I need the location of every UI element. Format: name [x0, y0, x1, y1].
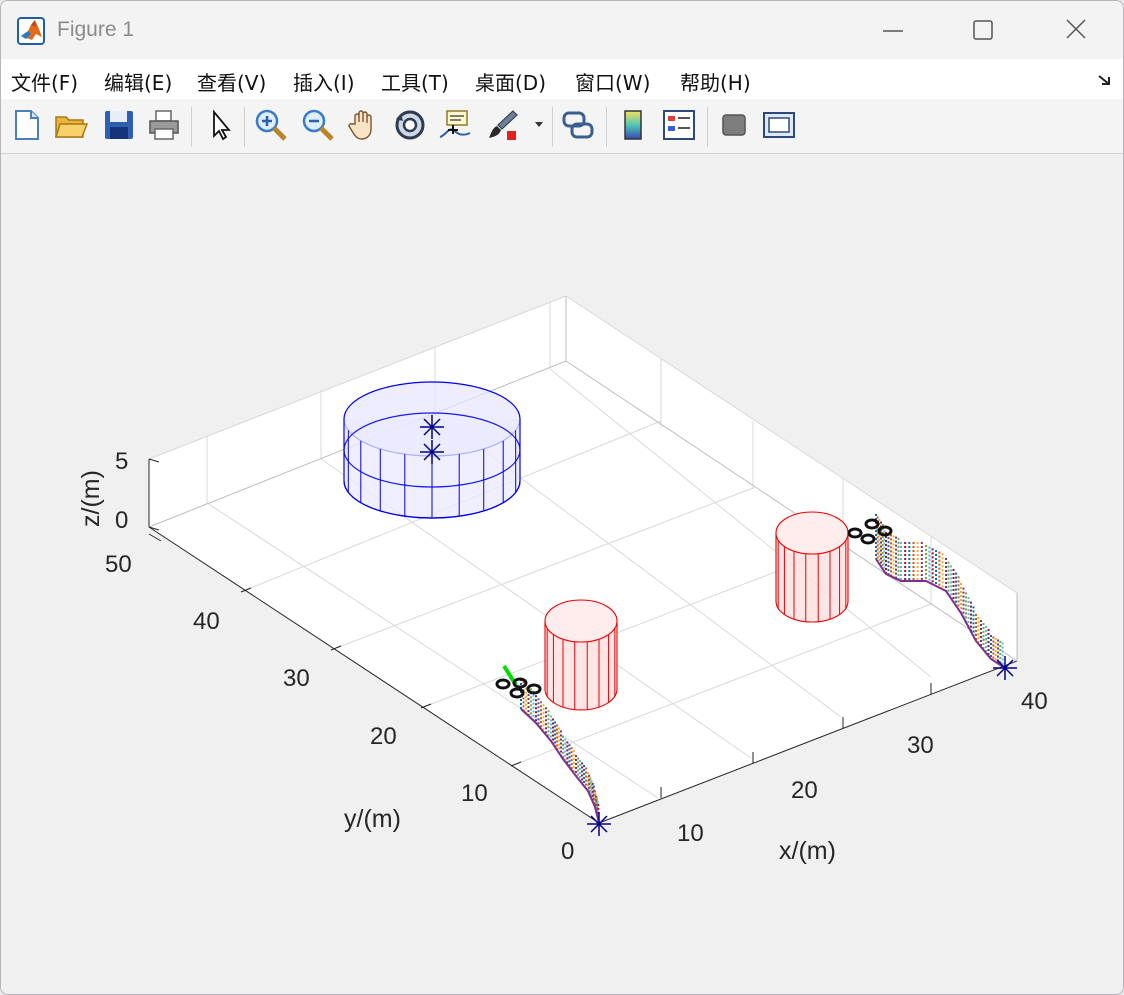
- figure-window: Figure 1 文件(F) 编辑(E) 查看(V) 插入(I) 工具(T) 桌…: [0, 0, 1124, 995]
- menu-help[interactable]: 帮助(H): [680, 67, 751, 96]
- y-tick-label: 30: [283, 665, 310, 692]
- menu-bar: 文件(F) 编辑(E) 查看(V) 插入(I) 工具(T) 桌面(D) 窗口(W…: [1, 59, 1123, 99]
- new-file-icon: [15, 110, 39, 140]
- z-tick-label: 0: [115, 507, 128, 534]
- chevron-down-icon: [535, 122, 543, 127]
- toolbar-separator: [191, 107, 192, 147]
- close-icon: [1066, 19, 1086, 39]
- maximize-button[interactable]: [959, 11, 1005, 49]
- brush-button[interactable]: [485, 107, 521, 143]
- window-title: Figure 1: [57, 18, 135, 41]
- link-plot-icon: [562, 111, 594, 139]
- hide-plot-tools-button[interactable]: [716, 107, 752, 143]
- open-file-button[interactable]: [53, 107, 89, 143]
- x-tick-label: 40: [1021, 688, 1048, 715]
- toolbar-separator: [606, 107, 607, 147]
- menu-window[interactable]: 窗口(W): [575, 67, 650, 96]
- legend-icon: [663, 110, 695, 140]
- save-figure-button[interactable]: [101, 107, 137, 143]
- zoom-in-icon: [255, 109, 287, 141]
- print-figure-button[interactable]: [146, 107, 182, 143]
- obstacle-red-cylinder-2: [775, 511, 849, 623]
- insert-colorbar-button[interactable]: [615, 107, 651, 143]
- z-tick-label: 5: [115, 448, 128, 475]
- printer-icon: [149, 110, 179, 140]
- menu-desktop[interactable]: 桌面(D): [475, 67, 546, 96]
- menu-file[interactable]: 文件(F): [11, 67, 78, 96]
- menu-insert[interactable]: 插入(I): [293, 67, 355, 96]
- x-axis-label: x/(m): [779, 837, 836, 865]
- z-axis-label: z/(m): [77, 470, 105, 527]
- x-tick-label: 10: [677, 820, 704, 847]
- menu-tools[interactable]: 工具(T): [381, 67, 449, 96]
- y-tick-label: 40: [193, 608, 220, 635]
- y-axis-label: y/(m): [344, 805, 401, 833]
- menu-view[interactable]: 查看(V): [197, 67, 266, 96]
- pointer-arrow-icon: [213, 109, 231, 141]
- hand-pan-icon: [348, 110, 372, 140]
- y-tick-label: 10: [461, 780, 488, 807]
- y-tick-label: 20: [370, 723, 397, 750]
- folder-open-icon: [54, 116, 89, 138]
- rotate-3d-button[interactable]: [392, 107, 428, 143]
- title-bar: Figure 1: [1, 1, 1123, 59]
- x-tick-label: 30: [907, 732, 934, 759]
- insert-legend-button[interactable]: [661, 107, 697, 143]
- rotate-3d-icon: [395, 110, 425, 140]
- hide-plot-tools-icon: [722, 114, 746, 136]
- minimize-icon: [883, 30, 903, 32]
- y-tick-label: 0: [561, 838, 574, 865]
- z-tick-labels: 5 0: [115, 448, 128, 534]
- obstacle-red-cylinder-1: [544, 599, 618, 711]
- toolbar-separator: [707, 107, 708, 147]
- dock-arrow-icon[interactable]: [1097, 72, 1113, 88]
- y-tick-label: 50: [105, 551, 132, 578]
- brush-dropdown-button[interactable]: [531, 107, 547, 143]
- minimize-button[interactable]: [869, 11, 915, 49]
- figure-canvas[interactable]: 5 0 50 40 30 20 10 0 10 20 30 40 z/(m) y…: [1, 154, 1123, 994]
- x-tick-label: 20: [791, 777, 818, 804]
- data-cursor-button[interactable]: [437, 107, 473, 143]
- show-plot-tools-button[interactable]: [761, 107, 797, 143]
- maximize-icon: [973, 20, 993, 40]
- zoom-in-button[interactable]: [253, 107, 289, 143]
- toolbar: [1, 99, 1123, 154]
- brush-icon: [489, 110, 518, 140]
- toolbar-separator: [552, 107, 553, 147]
- zoom-out-button[interactable]: [300, 107, 336, 143]
- pan-button[interactable]: [346, 107, 382, 143]
- plot-3d[interactable]: 5 0 50 40 30 20 10 0 10 20 30 40 z/(m) y…: [1, 154, 1123, 994]
- matlab-logo-icon: [17, 17, 45, 45]
- data-tip-icon: [439, 110, 471, 138]
- new-figure-button[interactable]: [9, 107, 45, 143]
- show-plot-tools-icon: [763, 112, 795, 138]
- close-button[interactable]: [1053, 11, 1099, 49]
- toolbar-separator: [244, 107, 245, 147]
- link-plot-button[interactable]: [560, 107, 596, 143]
- menu-edit[interactable]: 编辑(E): [104, 67, 172, 96]
- zoom-out-icon: [302, 109, 334, 141]
- save-disk-icon: [105, 111, 133, 139]
- edit-plot-button[interactable]: [203, 107, 239, 143]
- colorbar-icon: [624, 110, 642, 140]
